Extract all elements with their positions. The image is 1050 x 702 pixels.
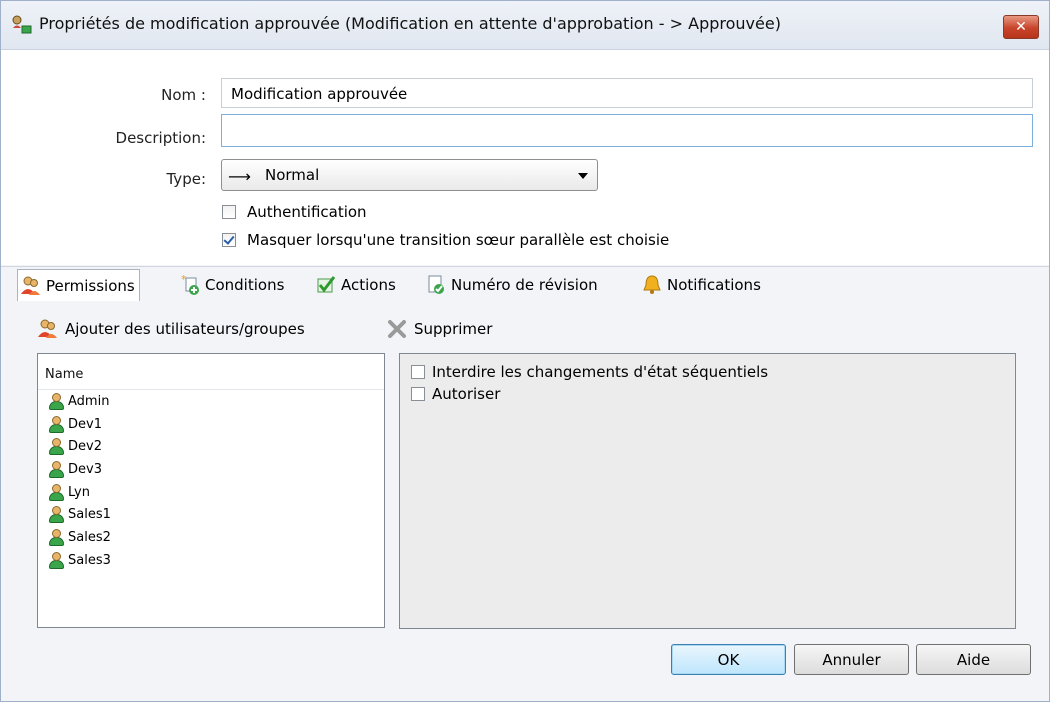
add-users-groups-button[interactable]: Ajouter des utilisateurs/groupes	[37, 317, 305, 341]
list-item[interactable]: Admin	[38, 390, 384, 413]
delete-label: Supprimer	[414, 320, 493, 338]
tab-conditions[interactable]: * Conditions	[177, 270, 288, 300]
tab-label: Numéro de révision	[451, 276, 598, 294]
permissions-panel: Ajouter des utilisateurs/groupes Supprim…	[1, 301, 1049, 701]
list-item[interactable]: Sales3	[38, 549, 384, 572]
conditions-icon: *	[181, 274, 199, 295]
tab-label: Notifications	[667, 276, 761, 294]
tab-label: Permissions	[46, 276, 135, 295]
general-form: Nom : Modification approuvée Description…	[1, 50, 1049, 265]
tab-permissions[interactable]: Permissions	[17, 269, 140, 302]
list-item[interactable]: Sales1	[38, 503, 384, 526]
user-name: Sales1	[68, 507, 111, 523]
user-icon	[49, 460, 64, 478]
properties-dialog: Propriétés de modification approuvée (Mo…	[0, 0, 1050, 702]
tab-bar: Permissions * Conditions Actions Numéro …	[1, 266, 1049, 302]
user-icon	[49, 392, 64, 410]
user-icon	[49, 438, 64, 456]
description-field[interactable]	[221, 114, 1033, 147]
list-item[interactable]: Lyn	[38, 481, 384, 504]
tab-notifications[interactable]: Notifications	[639, 270, 765, 300]
window-title: Propriétés de modification approuvée (Mo…	[39, 14, 781, 33]
auth-option[interactable]: Authentification	[222, 202, 367, 222]
title-bar: Propriétés de modification approuvée (Mo…	[1, 1, 1049, 50]
revision-icon	[428, 275, 444, 294]
user-name: Sales2	[68, 529, 111, 545]
delete-button[interactable]: Supprimer	[386, 317, 492, 341]
hide-option[interactable]: Masquer lorsqu'une transition sœur paral…	[222, 230, 669, 250]
name-field[interactable]: Modification approuvée	[221, 78, 1033, 108]
user-icon	[49, 415, 64, 433]
tab-revision-number[interactable]: Numéro de révision	[423, 270, 602, 300]
user-name: Dev1	[68, 416, 102, 432]
user-name: Admin	[68, 393, 110, 409]
hide-label: Masquer lorsqu'une transition sœur paral…	[247, 231, 670, 249]
list-item[interactable]: Dev2	[38, 435, 384, 458]
bell-icon	[643, 275, 661, 294]
permission-option-sequential[interactable]: Interdire les changements d'état séquent…	[400, 361, 1015, 383]
user-name: Dev3	[68, 461, 102, 477]
tab-label: Actions	[341, 276, 396, 294]
permission-option-allow[interactable]: Autoriser	[400, 383, 1015, 405]
hide-checkbox[interactable]	[222, 233, 236, 247]
tab-label: Conditions	[205, 276, 285, 294]
permission-options: Interdire les changements d'état séquent…	[399, 353, 1016, 629]
auth-checkbox[interactable]	[222, 205, 236, 219]
description-label: Description:	[115, 129, 206, 147]
user-icon	[49, 551, 64, 569]
list-item[interactable]: Sales2	[38, 526, 384, 549]
user-name: Sales3	[68, 552, 111, 568]
users-icon	[38, 319, 57, 338]
auth-label: Authentification	[247, 203, 367, 221]
ok-button[interactable]: OK	[671, 644, 786, 675]
close-button[interactable]: ✕	[1003, 15, 1039, 39]
users-list[interactable]: Name Admin Dev1 Dev2 Dev3 Lyn Sales1 Sal…	[37, 353, 385, 628]
chevron-down-icon	[578, 173, 588, 179]
user-name: Dev2	[68, 439, 102, 455]
type-select-value: Normal	[265, 166, 320, 184]
type-label: Type:	[166, 170, 206, 188]
users-icon	[21, 276, 40, 295]
transition-icon	[12, 15, 32, 34]
user-icon	[49, 483, 64, 501]
user-icon	[49, 528, 64, 546]
list-item[interactable]: Dev1	[38, 413, 384, 436]
tab-actions[interactable]: Actions	[313, 270, 400, 300]
permission-option-label: Autoriser	[432, 385, 501, 403]
delete-x-icon	[388, 320, 406, 338]
cancel-button[interactable]: Annuler	[794, 644, 909, 675]
name-label: Nom :	[161, 86, 206, 104]
list-item[interactable]: Dev3	[38, 458, 384, 481]
column-header-name[interactable]: Name	[38, 354, 384, 390]
permission-option-label: Interdire les changements d'état séquent…	[432, 363, 769, 381]
check-icon	[317, 276, 336, 293]
allow-checkbox[interactable]	[411, 387, 425, 401]
user-icon	[49, 506, 64, 524]
sequential-checkbox[interactable]	[411, 365, 425, 379]
help-button[interactable]: Aide	[916, 644, 1031, 675]
user-name: Lyn	[68, 484, 90, 500]
arrow-right-icon: ⟶	[228, 167, 251, 186]
type-select[interactable]: ⟶ Normal	[221, 159, 598, 191]
add-users-groups-label: Ajouter des utilisateurs/groupes	[65, 320, 305, 338]
